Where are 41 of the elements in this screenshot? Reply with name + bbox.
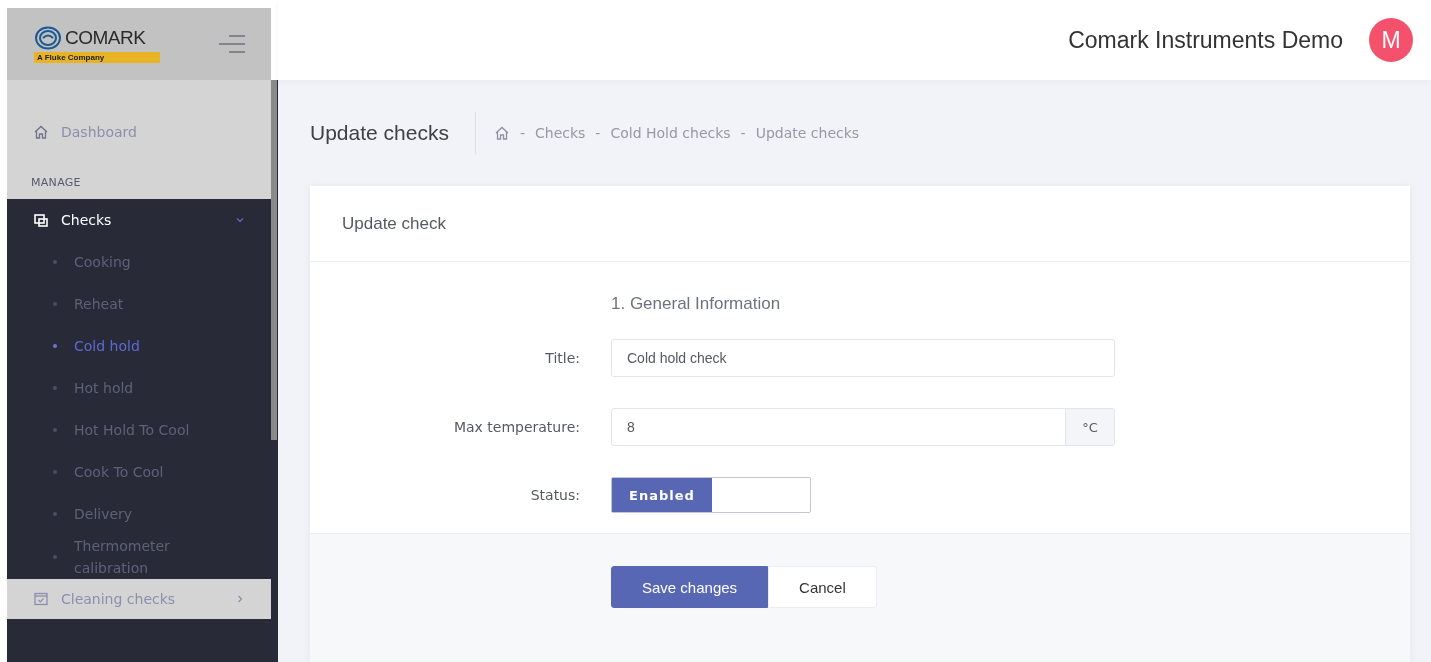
home-icon (33, 124, 49, 140)
brand-name: COMARK (65, 26, 146, 49)
user-avatar[interactable]: M (1369, 18, 1413, 62)
breadcrumb-link[interactable]: Cold Hold checks (610, 125, 731, 141)
chevron-down-icon (235, 215, 245, 225)
field-label: Title: (544, 350, 580, 366)
home-icon (493, 125, 510, 141)
save-button[interactable]: Save changes (611, 566, 769, 608)
submenu-item[interactable]: Reheat (7, 283, 271, 325)
unit-label: °C (1066, 408, 1115, 446)
breadcrumb-link[interactable]: Update checks (755, 125, 860, 141)
breadcrumb-separator: - (740, 125, 746, 141)
field-label: Max temperature: (452, 419, 580, 435)
windows-icon (33, 212, 49, 228)
card-title: Update check (310, 186, 1410, 262)
submenu-item[interactable]: Cook To Cool (7, 451, 271, 493)
brand-tagline: A Fluke Company (34, 51, 160, 63)
submenu-item[interactable]: Cooking (7, 241, 271, 283)
submenu-item[interactable]: Delivery (7, 493, 271, 535)
submenu-item[interactable]: Hot hold (7, 367, 271, 409)
cancel-button[interactable]: Cancel (768, 566, 877, 608)
sidebar-item[interactable]: Cleaning checks (7, 579, 271, 619)
temperature-field[interactable]: 8 (611, 408, 1066, 446)
breadcrumb-separator: - (595, 125, 601, 141)
submenu-item[interactable]: Cold hold (7, 325, 271, 367)
calendar-check-icon (33, 591, 49, 607)
submenu-item[interactable]: Hot Hold To Cool (7, 409, 271, 451)
menu-icon[interactable] (217, 33, 247, 55)
submenu-item[interactable]: Thermometer calibration (7, 535, 271, 579)
sidebar-item[interactable]: Dashboard (7, 110, 271, 154)
status-toggle[interactable]: Enabled (611, 477, 811, 513)
section-title: 1. General Information (611, 294, 782, 314)
breadcrumb-link[interactable]: Checks (535, 125, 586, 141)
logo-icon (34, 25, 62, 50)
section-label: MANAGE (30, 175, 82, 191)
breadcrumb-separator: - (519, 125, 525, 141)
chevron-right-icon (235, 594, 245, 604)
user-name: Comark Instruments Demo (1068, 26, 1343, 54)
field-label: Status: (529, 487, 580, 503)
page-title: Update checks (310, 112, 476, 154)
title-field[interactable]: Cold hold check (611, 339, 1115, 377)
